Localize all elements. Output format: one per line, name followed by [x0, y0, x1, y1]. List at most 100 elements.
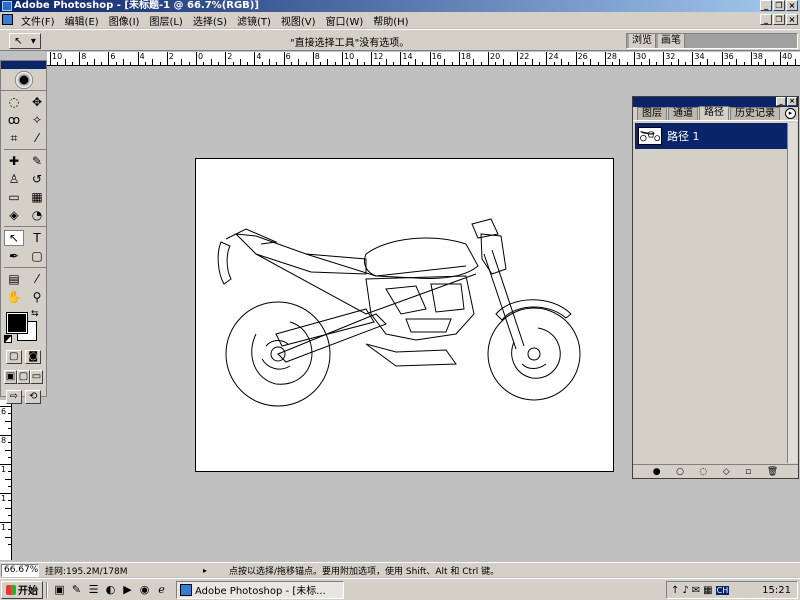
- pen-tool-icon[interactable]: ✒: [4, 248, 24, 264]
- ruler-minor-tick: [590, 59, 592, 65]
- magic-wand-tool-icon[interactable]: ✧: [27, 112, 47, 128]
- media-player-icon[interactable]: ▶: [120, 582, 135, 597]
- make-work-path-icon[interactable]: ◇: [723, 467, 730, 477]
- doc-restore-button[interactable]: ❐: [773, 14, 785, 25]
- history-brush-tool-icon[interactable]: ↺: [27, 171, 47, 187]
- palette-menu-icon[interactable]: ▸: [785, 108, 796, 119]
- menu-view[interactable]: 视图(V): [276, 13, 321, 28]
- lasso-tool-icon[interactable]: ꝏ: [4, 112, 24, 128]
- ruler-major-tick: [604, 52, 606, 65]
- dodge-tool-icon[interactable]: ◔: [27, 207, 47, 223]
- qq-icon[interactable]: ◐: [103, 582, 118, 597]
- full-screen-menu-button[interactable]: ▢: [17, 370, 30, 384]
- slice-tool-icon[interactable]: ⁄: [27, 130, 47, 146]
- tab-layers[interactable]: 图层: [637, 107, 667, 120]
- load-path-as-selection-icon[interactable]: ◌: [699, 467, 707, 477]
- menu-file[interactable]: 文件(F): [16, 13, 60, 28]
- zoom-field[interactable]: 66.67%: [1, 563, 39, 577]
- restore-button[interactable]: ❐: [773, 0, 785, 11]
- standard-mode-button[interactable]: ▢: [5, 350, 22, 364]
- swap-colors-icon[interactable]: ⇆: [31, 309, 39, 319]
- full-screen-button[interactable]: ▭: [30, 370, 43, 384]
- ruler-label: 6: [285, 52, 291, 61]
- clock[interactable]: 15:21: [762, 585, 791, 596]
- tab-paths[interactable]: 路径: [699, 106, 729, 120]
- taskbar-photoshop-button[interactable]: Adobe Photoshop - [未标...: [176, 580, 344, 599]
- new-path-icon[interactable]: ▫: [745, 467, 751, 477]
- menu-layer[interactable]: 图层(L): [144, 13, 187, 28]
- direct-selection-tool-icon[interactable]: ↖: [4, 230, 24, 246]
- menu-help[interactable]: 帮助(H): [368, 13, 413, 28]
- close-button[interactable]: ×: [786, 0, 798, 11]
- tray-app-icon[interactable]: ▦: [703, 585, 712, 596]
- ruler-major-tick: [108, 52, 110, 65]
- marquee-tool-icon[interactable]: ◌: [4, 94, 24, 110]
- blur-tool-icon[interactable]: ◈: [4, 207, 24, 223]
- status-menu-arrow-icon[interactable]: ▸: [203, 566, 207, 575]
- eraser-tool-icon[interactable]: ▭: [4, 189, 24, 205]
- editor-icon[interactable]: ✎: [69, 582, 84, 597]
- tool-preset-picker[interactable]: ↖ ▾: [9, 33, 41, 49]
- brush-tool-icon[interactable]: ✎: [27, 153, 47, 169]
- foreground-color-swatch[interactable]: [6, 312, 28, 334]
- default-colors-icon[interactable]: [4, 335, 12, 343]
- doc-minimize-button[interactable]: _: [760, 14, 772, 25]
- menu-select[interactable]: 选择(S): [188, 13, 232, 28]
- tab-history[interactable]: 历史记录: [730, 107, 780, 120]
- paths-scrollbar[interactable]: [787, 123, 797, 463]
- fill-path-icon[interactable]: ●: [653, 467, 661, 477]
- menu-window[interactable]: 窗口(W): [321, 13, 369, 28]
- path-item[interactable]: 路径 1: [635, 123, 787, 149]
- zoom-tool-icon[interactable]: ⚲: [27, 289, 47, 305]
- internet-explorer-icon[interactable]: ℯ: [154, 582, 169, 597]
- volume-icon[interactable]: ♪: [682, 585, 688, 596]
- path-name: 路径 1: [667, 130, 700, 143]
- doc-close-button[interactable]: ×: [786, 14, 798, 25]
- browser-icon[interactable]: ◉: [137, 582, 152, 597]
- ruler-label: 6: [0, 407, 7, 416]
- move-tool-icon[interactable]: ✥: [27, 94, 47, 110]
- ime-indicator[interactable]: CH: [715, 585, 730, 595]
- toolbox-title-bar[interactable]: [1, 61, 46, 69]
- stroke-path-icon[interactable]: ○: [676, 467, 684, 477]
- ruler-label: 18: [460, 52, 471, 61]
- standard-screen-button[interactable]: ▣: [4, 370, 17, 384]
- adobe-online-button[interactable]: [1, 69, 46, 91]
- menu-edit[interactable]: 编辑(E): [60, 13, 104, 28]
- clone-stamp-tool-icon[interactable]: ♙: [4, 171, 24, 187]
- menu-image[interactable]: 图像(I): [104, 13, 145, 28]
- network-icon[interactable]: ↑: [671, 585, 679, 596]
- ruler-label: 8: [0, 436, 7, 445]
- ruler-minor-tick: [582, 62, 584, 65]
- horizontal-ruler[interactable]: 10 8 6 4 2 0 2 4 6 8 10 12 14 16 18 20 22 24 26 28 30 32 34 36 3…: [47, 52, 800, 66]
- start-button[interactable]: 开始: [1, 580, 43, 599]
- palette-close-button[interactable]: ×: [787, 97, 797, 106]
- palette-minimize-button[interactable]: _: [776, 97, 786, 106]
- quick-mask-mode-button[interactable]: ◙: [25, 350, 42, 364]
- well-tab-brushes[interactable]: 画笔: [658, 34, 685, 48]
- delete-path-icon[interactable]: 🗑: [767, 467, 778, 477]
- document-canvas[interactable]: [195, 158, 614, 472]
- eyedropper-tool-icon[interactable]: ⁄: [27, 271, 47, 287]
- type-tool-icon[interactable]: T: [27, 230, 47, 246]
- show-desktop-icon[interactable]: ▣: [52, 582, 67, 597]
- well-tab-browser[interactable]: 浏览: [629, 34, 656, 48]
- menu-filter[interactable]: 滤镜(T): [232, 13, 276, 28]
- jump-to-imageready-button[interactable]: ⇨: [5, 390, 22, 404]
- photoshop-app-icon[interactable]: [2, 1, 12, 11]
- crop-tool-icon[interactable]: ⌗: [4, 130, 24, 146]
- jump-to-icon[interactable]: ⟲: [25, 390, 42, 404]
- tab-channels[interactable]: 通道: [668, 107, 698, 120]
- motorcycle-path-drawing[interactable]: [216, 214, 586, 414]
- rectangle-tool-icon[interactable]: ▢: [27, 248, 47, 264]
- mail-icon[interactable]: ✉: [692, 585, 700, 596]
- healing-brush-tool-icon[interactable]: ✚: [4, 153, 24, 169]
- explorer-icon[interactable]: ☰: [86, 582, 101, 597]
- minimize-button[interactable]: _: [760, 0, 772, 11]
- vertical-ruler[interactable]: 6 8 1 1 1: [0, 400, 12, 560]
- notes-tool-icon[interactable]: ▤: [4, 271, 24, 287]
- hand-tool-icon[interactable]: ✋: [4, 289, 24, 305]
- ruler-minor-tick: [553, 62, 555, 65]
- document-icon[interactable]: [2, 14, 13, 25]
- gradient-tool-icon[interactable]: ▦: [27, 189, 47, 205]
